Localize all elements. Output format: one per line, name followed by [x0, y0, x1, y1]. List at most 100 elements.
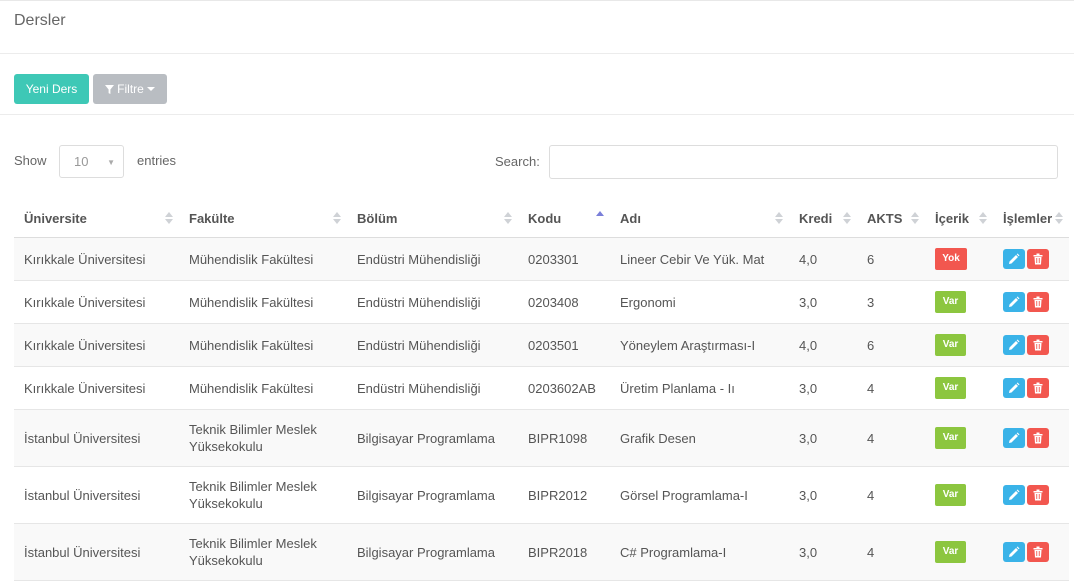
- column-header-label: İşlemler: [1003, 210, 1053, 226]
- page-title: Dersler: [14, 12, 66, 29]
- sort-arrows-icon: [775, 212, 783, 224]
- column-header[interactable]: Üniversite: [14, 199, 179, 238]
- ects-cell: 4: [857, 366, 925, 410]
- courses-table: Üniversite Fakülte Bölüm Kodu Adı Kredi AKTS İç…: [14, 199, 1069, 581]
- content-cell: Var: [925, 523, 993, 581]
- edit-button[interactable]: [1003, 485, 1025, 505]
- table-row: İstanbul Üniversitesi Teknik Bilimler Mes…: [14, 523, 1069, 581]
- content-cell: Var: [925, 409, 993, 467]
- edit-button[interactable]: [1003, 542, 1025, 562]
- department-cell: Endüstri Mühendisliği: [347, 237, 518, 281]
- university-cell: Kırıkkale Üniversitesi: [14, 323, 179, 367]
- department-cell: Endüstri Mühendisliği: [347, 280, 518, 324]
- column-header[interactable]: Adı: [610, 199, 789, 238]
- ects-cell: 4: [857, 409, 925, 467]
- column-header[interactable]: Fakülte: [179, 199, 347, 238]
- entries-label: entries: [137, 153, 177, 168]
- edit-button[interactable]: [1003, 335, 1025, 355]
- ects-cell: 6: [857, 237, 925, 281]
- table-row: Kırıkkale Üniversitesi Mühendislik Fakült…: [14, 366, 1069, 410]
- column-header[interactable]: AKTS: [857, 199, 925, 238]
- column-header[interactable]: Kodu: [518, 199, 610, 238]
- pencil-icon: [1009, 489, 1020, 500]
- actions-cell: [993, 237, 1069, 281]
- faculty-cell: Mühendislik Fakültesi: [179, 323, 347, 367]
- sort-arrows-icon: [165, 212, 173, 224]
- ects-cell: 3: [857, 280, 925, 324]
- name-cell: Grafik Desen: [610, 409, 789, 467]
- pencil-icon: [1009, 339, 1020, 350]
- table-body: Kırıkkale Üniversitesi Mühendislik Fakült…: [14, 237, 1069, 581]
- column-header[interactable]: Bölüm: [347, 199, 518, 238]
- content-status-badge: Var: [935, 334, 966, 356]
- trash-icon: [1033, 432, 1043, 444]
- column-header[interactable]: İşlemler: [993, 199, 1069, 238]
- column-header-label: Kodu: [528, 210, 562, 226]
- code-cell: BIPR1098: [518, 409, 610, 467]
- trash-icon: [1033, 489, 1043, 501]
- show-label: Show: [14, 153, 47, 168]
- department-cell: Bilgisayar Programlama: [347, 523, 518, 581]
- edit-button[interactable]: [1003, 378, 1025, 398]
- filter-icon: [105, 84, 115, 94]
- faculty-cell: Mühendislik Fakültesi: [179, 237, 347, 281]
- trash-icon: [1033, 382, 1043, 394]
- name-cell: Ergonomi: [610, 280, 789, 324]
- content-cell: Var: [925, 280, 993, 324]
- delete-button[interactable]: [1027, 378, 1049, 398]
- pencil-icon: [1009, 382, 1020, 393]
- content-status-badge: Var: [935, 377, 966, 399]
- table-header-row: Üniversite Fakülte Bölüm Kodu Adı Kredi AKTS İç…: [14, 199, 1069, 238]
- name-cell: Görsel Programlama-I: [610, 466, 789, 524]
- delete-button[interactable]: [1027, 485, 1049, 505]
- name-cell: C# Programlama-I: [610, 523, 789, 581]
- divider: [0, 114, 1074, 115]
- new-course-button[interactable]: Yeni Ders: [14, 74, 89, 104]
- filter-dropdown-button[interactable]: Filtre: [93, 74, 167, 104]
- ects-cell: 6: [857, 323, 925, 367]
- university-cell: İstanbul Üniversitesi: [14, 466, 179, 524]
- caret-down-icon: [146, 87, 155, 91]
- faculty-cell: Teknik Bilimler Meslek Yüksekokulu: [179, 523, 347, 581]
- actions-cell: [993, 466, 1069, 524]
- table-row: Kırıkkale Üniversitesi Mühendislik Fakült…: [14, 280, 1069, 324]
- top-border: [0, 0, 1074, 1]
- edit-button[interactable]: [1003, 428, 1025, 448]
- filter-label: Filtre: [117, 82, 144, 96]
- table-row: Kırıkkale Üniversitesi Mühendislik Fakült…: [14, 323, 1069, 367]
- delete-button[interactable]: [1027, 542, 1049, 562]
- table-row: İstanbul Üniversitesi Teknik Bilimler Mes…: [14, 409, 1069, 467]
- delete-button[interactable]: [1027, 292, 1049, 312]
- content-status-badge: Var: [935, 291, 966, 313]
- credit-cell: 4,0: [789, 237, 857, 281]
- delete-button[interactable]: [1027, 249, 1049, 269]
- sort-arrows-icon: [843, 212, 851, 224]
- name-cell: Yöneylem Araştırması-I: [610, 323, 789, 367]
- credit-cell: 3,0: [789, 466, 857, 524]
- pencil-icon: [1009, 432, 1020, 443]
- sort-arrows-icon: [504, 212, 512, 224]
- edit-button[interactable]: [1003, 249, 1025, 269]
- search-input[interactable]: [549, 145, 1058, 179]
- university-cell: İstanbul Üniversitesi: [14, 523, 179, 581]
- credit-cell: 3,0: [789, 280, 857, 324]
- name-cell: Üretim Planlama - Iı: [610, 366, 789, 410]
- divider: [0, 53, 1074, 54]
- code-cell: 0203602AB: [518, 366, 610, 410]
- table-row: Kırıkkale Üniversitesi Mühendislik Fakült…: [14, 237, 1069, 281]
- content-status-badge: Var: [935, 541, 966, 563]
- content-status-badge: Yok: [935, 248, 967, 270]
- credit-cell: 3,0: [789, 366, 857, 410]
- faculty-cell: Teknik Bilimler Meslek Yüksekokulu: [179, 466, 347, 524]
- column-header[interactable]: Kredi: [789, 199, 857, 238]
- column-header-label: Fakülte: [189, 210, 235, 226]
- column-header[interactable]: İçerik: [925, 199, 993, 238]
- delete-button[interactable]: [1027, 335, 1049, 355]
- page-size-select[interactable]: 10 ▼: [59, 145, 124, 178]
- delete-button[interactable]: [1027, 428, 1049, 448]
- column-header-label: AKTS: [867, 210, 903, 226]
- pencil-icon: [1009, 253, 1020, 264]
- university-cell: Kırıkkale Üniversitesi: [14, 366, 179, 410]
- department-cell: Endüstri Mühendisliği: [347, 366, 518, 410]
- edit-button[interactable]: [1003, 292, 1025, 312]
